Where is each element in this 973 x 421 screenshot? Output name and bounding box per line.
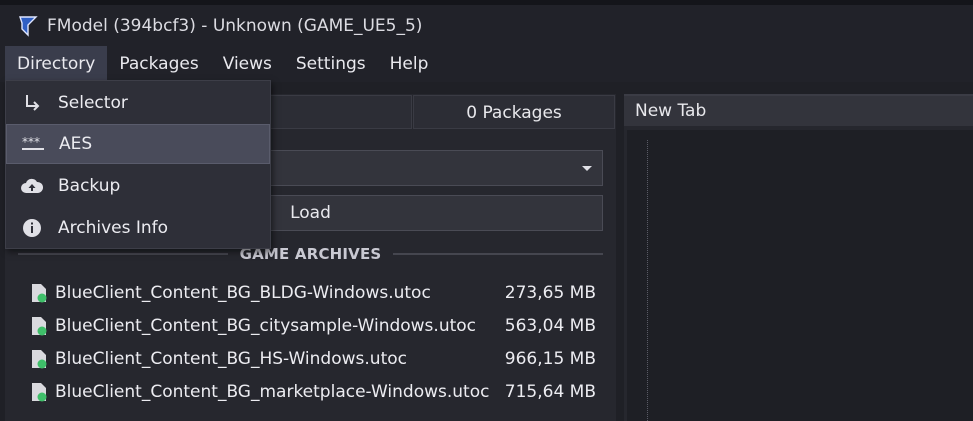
directory-dropdown-menu: Selector *** AES Backup Archives Info xyxy=(5,80,271,249)
title-bar: FModel (394bcf3) - Unknown (GAME_UE5_5) xyxy=(0,5,973,46)
info-icon xyxy=(20,216,44,240)
archive-row[interactable]: BlueClient_Content_BG_BLDG-Windows.utoc … xyxy=(18,276,603,309)
fmodel-logo-icon xyxy=(19,15,38,37)
archive-name: BlueClient_Content_BG_citysample-Windows… xyxy=(55,315,477,336)
menu-item-aes[interactable]: *** AES xyxy=(6,124,270,164)
archive-size: 273,65 MB xyxy=(504,282,596,303)
tab-new[interactable]: New Tab xyxy=(624,94,973,126)
divider xyxy=(18,253,228,255)
tab-packages[interactable]: 0 Packages xyxy=(413,95,615,129)
menu-item-archives-info[interactable]: Archives Info xyxy=(6,208,270,248)
archive-file-icon xyxy=(32,316,47,335)
archive-row[interactable]: BlueClient_Content_BG_citysample-Windows… xyxy=(18,309,603,342)
archive-file-icon xyxy=(32,283,47,302)
menu-item-label: AES xyxy=(59,134,93,154)
key-dots-icon: *** xyxy=(21,132,45,156)
archive-file-icon xyxy=(32,349,47,368)
text-editor[interactable] xyxy=(627,130,973,421)
archive-row[interactable]: BlueClient_Content_BG_marketplace-Window… xyxy=(18,375,603,408)
archive-file-icon xyxy=(32,382,47,401)
menu-directory[interactable]: Directory xyxy=(5,46,108,82)
archive-size: 966,15 MB xyxy=(504,348,596,369)
cloud-upload-icon xyxy=(20,174,44,198)
menu-help[interactable]: Help xyxy=(378,46,441,82)
menu-packages[interactable]: Packages xyxy=(107,46,210,82)
menu-item-label: Backup xyxy=(58,176,121,196)
menu-item-backup[interactable]: Backup xyxy=(6,166,270,206)
svg-text:***: *** xyxy=(22,137,40,149)
archive-size: 715,64 MB xyxy=(504,381,596,402)
menu-settings[interactable]: Settings xyxy=(284,46,378,82)
archive-size: 563,04 MB xyxy=(504,315,596,336)
archive-list: BlueClient_Content_BG_BLDG-Windows.utoc … xyxy=(18,276,603,408)
archive-name: BlueClient_Content_BG_BLDG-Windows.utoc xyxy=(55,282,431,303)
menu-views[interactable]: Views xyxy=(211,46,284,82)
archive-name: BlueClient_Content_BG_HS-Windows.utoc xyxy=(55,348,407,369)
window-title: FModel (394bcf3) - Unknown (GAME_UE5_5) xyxy=(47,15,423,36)
menu-item-label: Archives Info xyxy=(58,218,169,238)
menu-item-selector[interactable]: Selector xyxy=(6,83,270,123)
menu-bar: Directory Packages Views Settings Help xyxy=(0,46,973,82)
arrow-return-icon xyxy=(20,91,44,115)
indent-guide xyxy=(647,140,648,421)
archive-row[interactable]: BlueClient_Content_BG_HS-Windows.utoc 96… xyxy=(18,342,603,375)
archive-name: BlueClient_Content_BG_marketplace-Window… xyxy=(55,381,490,402)
divider xyxy=(393,253,604,255)
chevron-down-icon xyxy=(582,166,592,171)
menu-item-label: Selector xyxy=(58,93,128,113)
